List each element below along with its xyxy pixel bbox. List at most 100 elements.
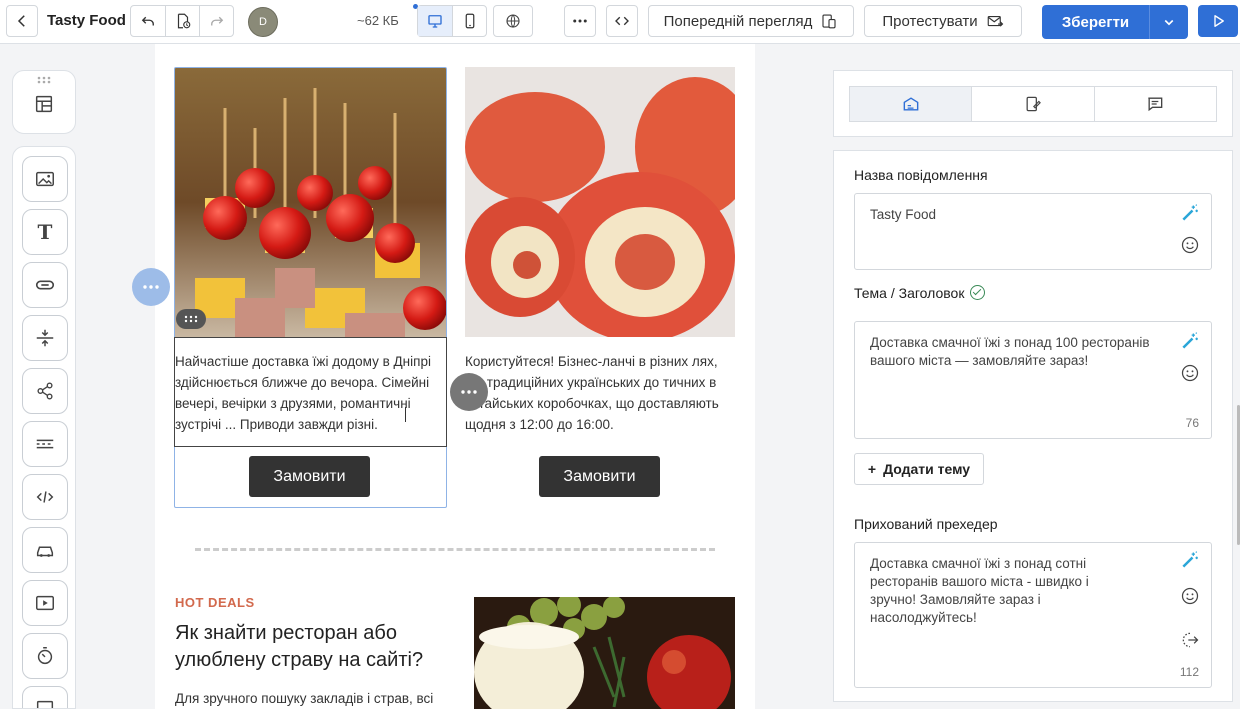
structure-panel (12, 70, 76, 134)
name-label: Назва повідомлення (854, 167, 988, 183)
code-icon (615, 16, 629, 26)
car-icon (36, 546, 54, 557)
order-button-2[interactable]: Замовити (539, 456, 660, 497)
tab-message-settings[interactable] (850, 87, 972, 121)
emoji-button[interactable] (1179, 362, 1201, 384)
more-dots-icon (143, 285, 159, 289)
redo-button[interactable] (199, 6, 233, 36)
test-label: Протестувати (882, 12, 978, 30)
chevron-down-icon (1164, 19, 1174, 26)
code-view-button[interactable] (606, 5, 638, 37)
ai-button[interactable] (1179, 202, 1201, 224)
more-dots-icon (461, 390, 477, 394)
row-options-button[interactable] (132, 268, 170, 306)
layout-blocks-icon[interactable] (33, 93, 55, 115)
block-drag-handle[interactable] (176, 309, 206, 329)
language-button[interactable] (493, 5, 533, 37)
campaign-title: Tasty Food (47, 12, 126, 29)
block-video[interactable] (22, 580, 68, 626)
hot-deals-title[interactable]: Як знайти ресторан або улюблену страву н… (175, 620, 455, 674)
style-brush-icon (1026, 96, 1041, 112)
divider-icon (36, 439, 54, 449)
block-social[interactable] (22, 368, 68, 414)
back-button[interactable] (6, 5, 38, 37)
desktop-icon (428, 15, 442, 28)
save-button[interactable]: Зберегти (1042, 5, 1150, 39)
block-image[interactable] (22, 156, 68, 202)
email-size: ~62 КБ (357, 13, 399, 28)
history-controls (130, 5, 234, 37)
magic-wand-icon (1182, 551, 1198, 568)
device-switcher (417, 5, 487, 37)
save-button-group: Зберегти (1042, 5, 1188, 39)
save-options-button[interactable] (1150, 5, 1188, 39)
mobile-icon (465, 13, 474, 29)
block-options-button[interactable] (450, 373, 488, 411)
test-button[interactable]: Протестувати (864, 5, 1022, 37)
insert-variable-button[interactable] (1179, 629, 1201, 651)
drag-dots-icon (184, 315, 198, 323)
send-mail-icon (987, 15, 1003, 27)
subject-char-count: 76 (1185, 416, 1199, 430)
name-field[interactable]: Tasty Food (854, 193, 1212, 270)
tab-styles[interactable] (971, 87, 1093, 121)
html-code-icon (36, 491, 54, 503)
more-button[interactable] (564, 5, 596, 37)
blocks-panel: T (12, 146, 76, 709)
settings-tabs-panel (833, 70, 1233, 137)
order-button-1[interactable]: Замовити (249, 456, 370, 497)
subject-value: Доставка смачної їжі з понад 100 рестора… (870, 335, 1150, 368)
undo-button[interactable] (131, 6, 165, 36)
preview-label: Попередній перегляд (663, 12, 813, 30)
message-settings-panel: Назва повідомлення Tasty Food Тема / Заг… (833, 150, 1233, 702)
block-product[interactable] (22, 527, 68, 573)
subject-label: Тема / Заголовок (854, 285, 986, 301)
send-button[interactable] (1198, 5, 1238, 37)
ai-button[interactable] (1179, 330, 1201, 352)
block-timer[interactable] (22, 633, 68, 679)
add-subject-button[interactable]: + Додати тему (854, 453, 984, 485)
mobile-view-button[interactable] (452, 6, 486, 36)
col2-text[interactable]: Користуйтеся! Бізнес-ланчі в різних лях,… (465, 351, 737, 435)
desktop-view-button[interactable] (418, 6, 452, 36)
subject-field[interactable]: Доставка смачної їжі з понад 100 рестора… (854, 321, 1212, 439)
preheader-value: Доставка смачної їжі з понад сотні ресто… (870, 556, 1089, 625)
cheese-fruit-image[interactable] (474, 597, 735, 709)
block-html[interactable] (22, 474, 68, 520)
top-toolbar: Tasty Food D ~62 КБ Попередній перегляд … (0, 0, 1240, 44)
emoji-icon (1181, 587, 1199, 605)
globe-icon (506, 14, 520, 28)
avatar[interactable]: D (248, 7, 278, 37)
salmon-rolls-image[interactable] (465, 67, 735, 337)
preheader-field[interactable]: Доставка смачної їжі з понад сотні ресто… (854, 542, 1212, 688)
ai-button[interactable] (1179, 549, 1201, 571)
block-divider[interactable] (22, 421, 68, 467)
dashed-divider (195, 548, 715, 551)
settings-tabs (849, 86, 1217, 122)
col1-text[interactable]: Найчастіше доставка їжі додому в Дніпрі … (175, 351, 445, 435)
preheader-label: Прихований прехедер (854, 516, 998, 532)
emoji-button[interactable] (1179, 234, 1201, 256)
comment-icon (1148, 97, 1163, 112)
plus-icon: + (867, 461, 877, 477)
hot-deals-text[interactable]: Для зручного пошуку закладів і страв, вс… (175, 688, 455, 709)
drag-handle-icon[interactable] (36, 76, 52, 84)
preheader-char-count: 112 (1179, 665, 1199, 679)
preview-button[interactable]: Попередній перегляд (648, 5, 854, 37)
magic-wand-icon (1182, 332, 1198, 349)
undo-icon (141, 16, 154, 26)
block-more[interactable] (22, 686, 68, 708)
history-button[interactable] (165, 6, 199, 36)
play-icon (1214, 15, 1224, 27)
name-value: Tasty Food (870, 207, 937, 222)
tab-comments[interactable] (1093, 87, 1216, 121)
timer-icon (37, 647, 53, 665)
emoji-button[interactable] (1179, 585, 1201, 607)
block-text[interactable]: T (22, 209, 68, 255)
hot-deals-label[interactable]: HOT DEALS (175, 595, 255, 610)
block-spacer[interactable] (22, 315, 68, 361)
block-button[interactable] (22, 262, 68, 308)
device-preview-icon (822, 14, 836, 29)
emoji-icon (1181, 364, 1199, 382)
share-icon (37, 382, 53, 400)
